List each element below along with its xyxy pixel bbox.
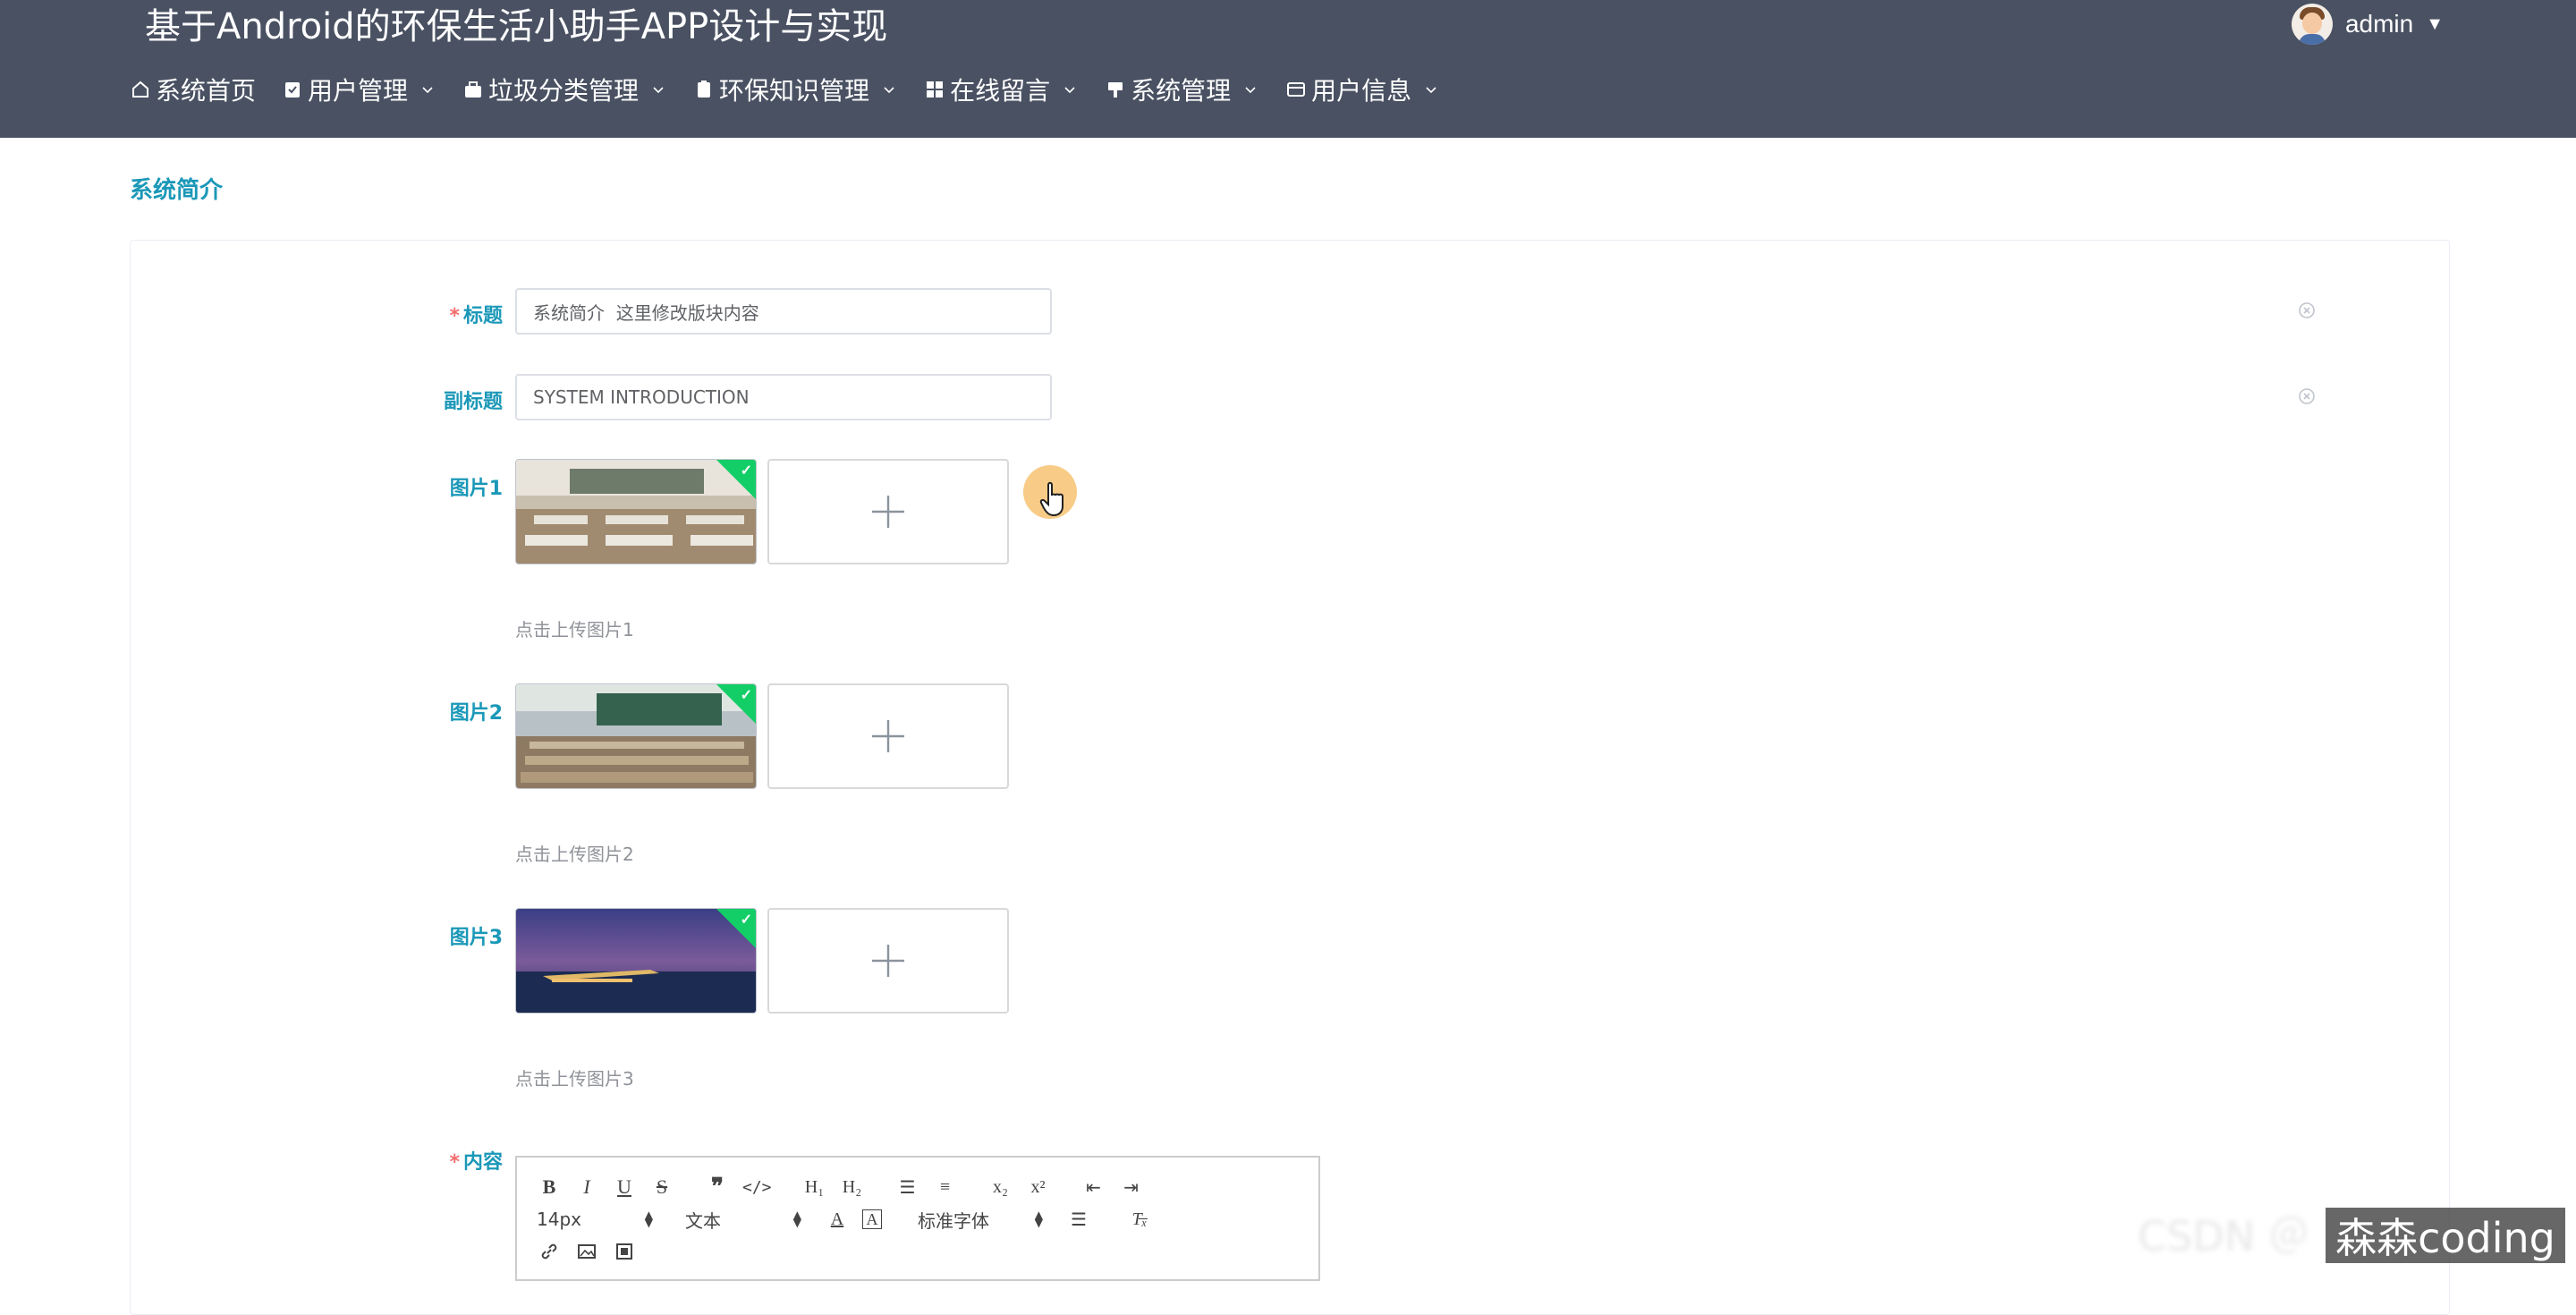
picture-1-tip: 点击上传图片1 — [515, 619, 634, 641]
editor-toolbar-row-3 — [537, 1238, 649, 1265]
picture-2-upload-button[interactable] — [767, 683, 1009, 789]
nav-item-user-info[interactable]: 用户信息 — [1286, 72, 1440, 107]
title-label: * 标题 — [449, 305, 503, 327]
main-nav: 系统首页 用户管理 垃圾分类管理 环保知识管理 在线留言 系统管理 用户信息 — [131, 70, 1467, 109]
text-color-icon[interactable]: A — [825, 1207, 850, 1232]
font-family-select[interactable]: 标准字体 ▲ ▼ — [918, 1207, 1043, 1233]
nav-item-eco-knowledge[interactable]: 环保知识管理 — [694, 72, 898, 107]
content-label: * 内容 — [449, 1151, 503, 1174]
page-title: 系统简介 — [130, 177, 224, 204]
avatar[interactable] — [2291, 4, 2333, 45]
id-card-icon — [1286, 80, 1306, 99]
nav-item-user-management[interactable]: 用户管理 — [283, 72, 436, 107]
nav-label: 在线留言 — [950, 76, 1051, 106]
nav-label: 用户信息 — [1311, 76, 1412, 106]
picture-2-tip: 点击上传图片2 — [515, 844, 634, 865]
chevron-down-icon — [1422, 81, 1440, 98]
updown-icon: ▲ ▼ — [644, 1209, 653, 1229]
nav-label: 垃圾分类管理 — [488, 76, 640, 106]
italic-icon[interactable]: I — [574, 1175, 599, 1200]
nav-label: 用户管理 — [308, 76, 409, 106]
background-color-icon[interactable]: A — [862, 1209, 882, 1229]
briefcase-icon — [463, 80, 483, 99]
nav-item-system-management[interactable]: 系统管理 — [1106, 72, 1259, 107]
link-icon[interactable] — [537, 1239, 562, 1264]
circle-close-icon[interactable] — [2297, 301, 2317, 320]
strikethrough-icon[interactable]: S — [649, 1175, 674, 1200]
clear-format-icon[interactable]: T̶ₓ — [1127, 1207, 1152, 1232]
clipboard-icon — [694, 80, 714, 99]
nav-label: 系统首页 — [156, 76, 257, 106]
chevron-down-icon — [1061, 81, 1079, 98]
subtitle-input[interactable] — [515, 374, 1052, 420]
check-icon: ✓ — [740, 688, 752, 703]
check-icon: ✓ — [740, 912, 752, 928]
nav-item-garbage-classification[interactable]: 垃圾分类管理 — [463, 72, 667, 107]
block-type-select[interactable]: 文本 ▲ ▼ — [685, 1207, 801, 1233]
plus-icon — [872, 720, 904, 752]
plus-icon — [872, 496, 904, 528]
nav-label: 环保知识管理 — [719, 76, 870, 106]
app-title: 基于Android的环保生活小助手APP设计与实现 — [145, 6, 888, 47]
ordered-list-icon[interactable]: ☰ — [895, 1175, 920, 1200]
code-block-icon[interactable]: </> — [742, 1175, 772, 1200]
picture-1-label: 图片1 — [449, 478, 503, 500]
rich-text-editor[interactable]: B I U S ❞ </> H₁ H₂ ☰ ≡ x₂ x² ⇤ ⇥ 14px ▲ ▼… — [515, 1156, 1320, 1281]
updown-icon: ▲ ▼ — [792, 1209, 801, 1229]
header-1-icon[interactable]: H₁ — [802, 1175, 827, 1200]
user-menu[interactable]: admin ▼ — [2291, 0, 2444, 48]
superscript-icon[interactable]: x² — [1026, 1175, 1051, 1200]
circle-close-icon[interactable] — [2297, 386, 2317, 406]
picture-1-upload-button[interactable] — [767, 459, 1009, 564]
hand-pointer-icon — [1039, 481, 1063, 517]
chevron-down-icon — [1241, 81, 1259, 98]
subtitle-label: 副标题 — [443, 391, 503, 413]
editor-toolbar-row-2: 14px ▲ ▼ 文本 ▲ ▼ A A 标准字体 ▲ ▼ ☰ T̶ₓ — [537, 1206, 1165, 1233]
outdent-icon[interactable]: ⇤ — [1081, 1175, 1106, 1200]
blockquote-icon[interactable]: ❞ — [705, 1174, 730, 1200]
watermark: 森森coding — [2326, 1208, 2565, 1263]
username[interactable]: admin — [2345, 10, 2413, 38]
nav-item-home[interactable]: 系统首页 — [131, 72, 256, 107]
plus-icon — [872, 945, 904, 977]
home-icon — [131, 80, 150, 99]
font-size-select[interactable]: 14px ▲ ▼ — [537, 1209, 653, 1230]
picture-3-label: 图片3 — [449, 927, 503, 949]
bold-icon[interactable]: B — [537, 1175, 562, 1200]
indent-icon[interactable]: ⇥ — [1119, 1175, 1144, 1200]
chevron-down-icon — [880, 81, 898, 98]
header-2-icon[interactable]: H₂ — [840, 1175, 865, 1200]
check-icon: ✓ — [740, 463, 752, 479]
nav-label: 系统管理 — [1131, 76, 1232, 106]
nav-item-online-messages[interactable]: 在线留言 — [925, 72, 1079, 107]
updown-icon: ▲ ▼ — [1034, 1209, 1043, 1229]
picture-1-thumbnail[interactable]: ✓ — [515, 459, 757, 564]
chevron-down-icon — [649, 81, 667, 98]
blurred-overlay-text: CSDN ＠ — [2138, 1212, 2309, 1260]
editor-toolbar-row-1: B I U S ❞ </> H₁ H₂ ☰ ≡ x₂ x² ⇤ ⇥ — [537, 1174, 1157, 1200]
align-icon[interactable]: ☰ — [1066, 1207, 1091, 1232]
picture-3-thumbnail[interactable]: ✓ — [515, 908, 757, 1014]
chevron-down-icon — [419, 81, 436, 98]
video-icon[interactable] — [612, 1239, 637, 1264]
title-input[interactable] — [515, 288, 1052, 335]
top-header: 基于Android的环保生活小助手APP设计与实现 admin ▼ 系统首页 用… — [0, 0, 2576, 138]
clipboard-check-icon — [283, 80, 302, 99]
brush-icon — [1106, 80, 1125, 99]
image-icon[interactable] — [574, 1239, 599, 1264]
picture-3-upload-button[interactable] — [767, 908, 1009, 1014]
subscript-icon[interactable]: x₂ — [988, 1175, 1013, 1200]
bullet-list-icon[interactable]: ≡ — [933, 1175, 958, 1200]
caret-down-icon[interactable]: ▼ — [2426, 14, 2444, 35]
picture-3-tip: 点击上传图片3 — [515, 1068, 634, 1090]
picture-2-label: 图片2 — [449, 702, 503, 725]
picture-2-thumbnail[interactable]: ✓ — [515, 683, 757, 789]
underline-icon[interactable]: U — [612, 1175, 637, 1200]
grid-icon — [925, 80, 945, 99]
